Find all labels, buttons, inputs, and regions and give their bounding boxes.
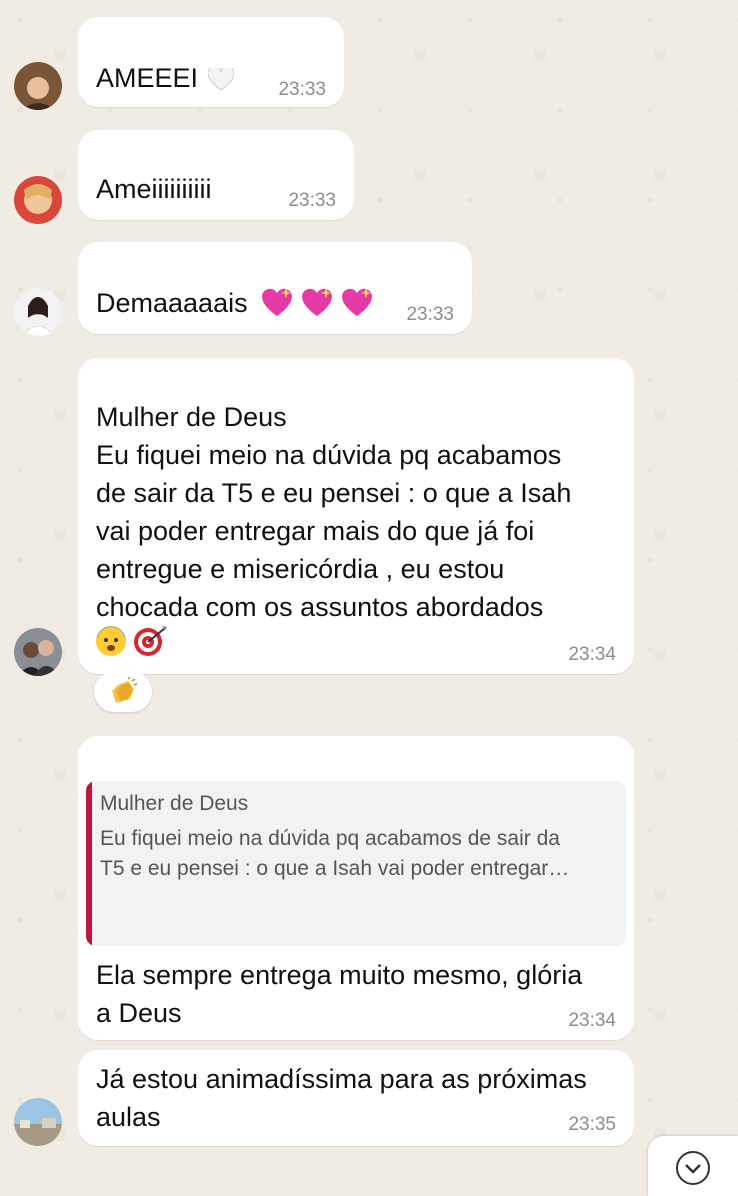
message-text: Mulher de Deus Eu fiquei meio na dúvida … bbox=[96, 402, 572, 622]
fearful-face-icon bbox=[96, 626, 126, 656]
quote-author: Mulher de Deus bbox=[100, 792, 249, 815]
avatar[interactable] bbox=[14, 62, 62, 110]
direct-hit-icon bbox=[134, 626, 168, 656]
quote-accent-bar bbox=[86, 781, 92, 946]
message-bubble[interactable]: AMEEEI 23:33 bbox=[78, 17, 344, 107]
message-text: Demaaaaais bbox=[96, 284, 380, 322]
message-bubble[interactable]: Já estou animadíssima para as próximas a… bbox=[78, 1050, 634, 1146]
message-text: Já estou animadíssima para as próximas a… bbox=[96, 1064, 587, 1132]
message-bubble[interactable]: Ameiiiiiiiiii 23:33 bbox=[78, 130, 354, 220]
emoji-row bbox=[94, 624, 168, 663]
message-text: Ela sempre entrega muito mesmo, glória a… bbox=[96, 960, 583, 1028]
avatar[interactable] bbox=[14, 176, 62, 224]
message-bubble[interactable]: Mulher de Deus Eu fiquei meio na dúvida … bbox=[78, 358, 634, 674]
scroll-to-bottom-button[interactable] bbox=[648, 1136, 738, 1196]
avatar[interactable] bbox=[14, 628, 62, 676]
message-reaction[interactable] bbox=[94, 672, 152, 712]
message-timestamp: 23:35 bbox=[568, 1114, 616, 1135]
avatar[interactable] bbox=[14, 1098, 62, 1146]
chevron-down-icon bbox=[676, 1151, 710, 1185]
sparkling-heart-icon bbox=[301, 288, 332, 316]
sparkling-heart-icon bbox=[261, 288, 292, 316]
reply-message-bubble[interactable]: Mulher de Deus Eu fiquei meio na dúvida … bbox=[78, 736, 634, 1040]
quote-text: Eu fiquei meio na dúvida pq acabamos de … bbox=[100, 827, 570, 880]
clapping-hands-icon bbox=[112, 677, 138, 703]
message-timestamp: 23:33 bbox=[288, 190, 336, 211]
message-timestamp: 23:34 bbox=[568, 644, 616, 665]
message-text: Ameiiiiiiiiii bbox=[96, 174, 212, 204]
sparkling-heart-icon bbox=[341, 288, 372, 316]
avatar[interactable] bbox=[14, 288, 62, 336]
message-timestamp: 23:33 bbox=[406, 304, 454, 325]
message-timestamp: 23:34 bbox=[568, 1010, 616, 1031]
message-text: AMEEEI bbox=[96, 59, 235, 97]
message-timestamp: 23:33 bbox=[278, 79, 326, 100]
white-heart-icon bbox=[208, 67, 235, 91]
message-bubble[interactable]: Demaaaaais 23:33 bbox=[78, 242, 472, 334]
